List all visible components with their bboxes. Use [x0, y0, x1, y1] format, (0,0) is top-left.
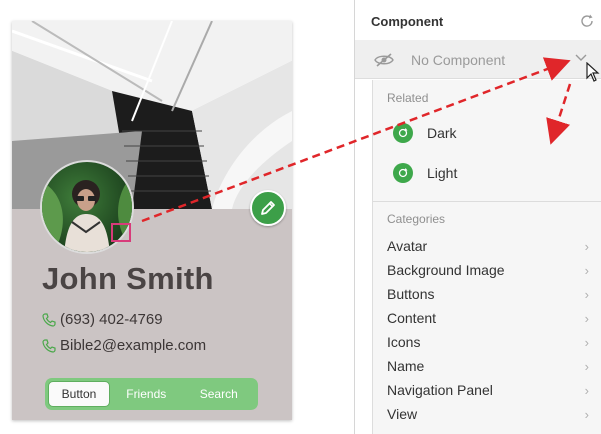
- chevron-right-icon: ›: [584, 310, 589, 326]
- phone-icon: [42, 338, 56, 353]
- chevron-right-icon: ›: [584, 382, 589, 398]
- chevron-right-icon: ›: [584, 262, 589, 278]
- related-item-light[interactable]: Light: [393, 163, 457, 183]
- nav-button-search[interactable]: Search: [183, 381, 256, 407]
- related-item-dark[interactable]: Dark: [393, 123, 457, 143]
- email-row: Bible2@example.com: [42, 337, 206, 354]
- edit-button[interactable]: [250, 190, 286, 226]
- component-select[interactable]: No Component: [355, 40, 601, 79]
- chevron-right-icon: ›: [584, 358, 589, 374]
- component-panel: Component No Component Related Dark Ligh…: [354, 0, 601, 434]
- profile-card[interactable]: John Smith (693) 402-4769 Bible2@example…: [12, 21, 292, 420]
- category-icons[interactable]: Icons ›: [387, 332, 589, 352]
- category-navigation-panel[interactable]: Navigation Panel ›: [387, 380, 589, 400]
- category-view[interactable]: View ›: [387, 404, 589, 424]
- categories-label: Categories: [387, 212, 446, 226]
- category-avatar[interactable]: Avatar ›: [387, 236, 589, 256]
- chevron-right-icon: ›: [584, 334, 589, 350]
- email-address[interactable]: Bible2@example.com: [60, 337, 206, 354]
- mouse-cursor-icon: [586, 62, 600, 82]
- component-select-value: No Component: [411, 52, 506, 68]
- category-buttons[interactable]: Buttons ›: [387, 284, 589, 304]
- phone-row: (693) 402-4769: [42, 311, 163, 328]
- component-dropdown: Related Dark Light Categories Avatar › Ba…: [372, 80, 601, 434]
- refresh-icon[interactable]: [579, 13, 595, 29]
- panel-title: Component: [371, 14, 444, 29]
- chevron-down-icon: [575, 54, 587, 61]
- navigation-panel: Button Friends Search: [45, 378, 258, 410]
- nav-button-button[interactable]: Button: [48, 381, 110, 407]
- chevron-right-icon: ›: [584, 406, 589, 422]
- chevron-right-icon: ›: [584, 286, 589, 302]
- swap-icon: [393, 163, 413, 183]
- related-item-label: Light: [427, 165, 458, 181]
- swap-icon: [393, 123, 413, 143]
- stage: John Smith (693) 402-4769 Bible2@example…: [0, 0, 601, 434]
- eye-off-icon: [371, 49, 397, 71]
- chevron-right-icon: ›: [584, 238, 589, 254]
- related-label: Related: [387, 91, 429, 105]
- phone-icon: [42, 312, 56, 327]
- related-item-label: Dark: [427, 125, 457, 141]
- category-background-image[interactable]: Background Image ›: [387, 260, 589, 280]
- category-name[interactable]: Name ›: [387, 356, 589, 376]
- divider: [373, 201, 601, 202]
- user-name: John Smith: [42, 261, 214, 296]
- category-content[interactable]: Content ›: [387, 308, 589, 328]
- nav-button-friends[interactable]: Friends: [110, 381, 183, 407]
- selection-highlight: [111, 223, 131, 242]
- phone-number[interactable]: (693) 402-4769: [60, 311, 163, 328]
- pencil-icon: [261, 201, 275, 215]
